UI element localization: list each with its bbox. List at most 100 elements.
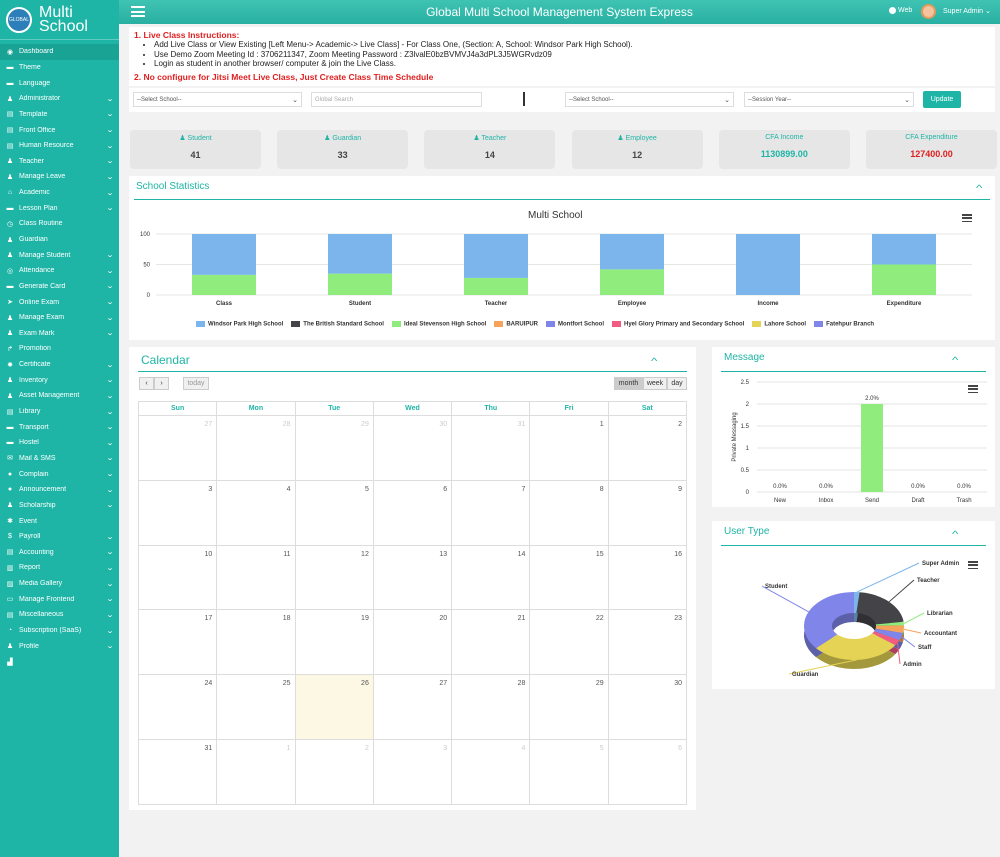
collapse-icon[interactable]: ^ xyxy=(952,355,958,365)
sidebar-item-attendance[interactable]: ◎ Attendance ⌄ xyxy=(0,263,119,279)
session-year-select[interactable]: --Session Year-- ⌄ xyxy=(744,92,914,107)
sidebar-item-online-exam[interactable]: ➤ Online Exam ⌄ xyxy=(0,294,119,310)
user-menu[interactable]: Super Admin ⌄ xyxy=(943,7,991,15)
sidebar-item-academic[interactable]: ⌂ Academic ⌄ xyxy=(0,185,119,201)
calendar-day[interactable]: 28 xyxy=(216,415,296,481)
week-view-button[interactable]: week xyxy=(643,377,667,390)
sidebar-item-asset-management[interactable]: ♟ Asset Management ⌄ xyxy=(0,388,119,404)
legend-item[interactable]: Lahore School xyxy=(752,321,806,328)
sidebar-item-complain[interactable]: ● Complain ⌄ xyxy=(0,466,119,482)
sidebar-item-event[interactable]: ✱ Event xyxy=(0,513,119,529)
legend-item[interactable]: The British Standard School xyxy=(291,321,384,328)
calendar-day[interactable]: 29 xyxy=(529,674,609,740)
calendar-day[interactable]: 28 xyxy=(451,674,531,740)
calendar-day[interactable]: 5 xyxy=(294,479,374,546)
next-month-button[interactable]: › xyxy=(154,377,169,390)
legend-item[interactable]: Fatehpur Branch xyxy=(814,321,874,328)
web-link[interactable]: Web xyxy=(889,7,912,14)
calendar-day[interactable]: 4 xyxy=(216,479,296,546)
calendar-day[interactable]: 27 xyxy=(137,415,218,481)
school-select[interactable]: --Select School-- ⌄ xyxy=(133,92,302,107)
global-search-input[interactable]: Global Search xyxy=(311,92,482,107)
stat-card-guardian[interactable]: ♟ Guardian 33 xyxy=(277,130,409,169)
legend-item[interactable]: Ideal Stevenson High School xyxy=(391,321,486,328)
calendar-day[interactable]: 6 xyxy=(607,738,688,805)
prev-month-button[interactable]: ‹ xyxy=(139,377,154,390)
calendar-day[interactable]: 23 xyxy=(607,609,688,676)
legend-item[interactable]: BARUIPUR xyxy=(494,321,538,328)
calendar-day[interactable]: 2 xyxy=(607,415,688,481)
calendar-day[interactable]: 20 xyxy=(372,609,453,676)
sidebar-item-promotion[interactable]: ↱ Promotion xyxy=(0,341,119,357)
sidebar-item-class-routine[interactable]: ◷ Class Routine xyxy=(0,216,119,232)
stat-card-employee[interactable]: ♟ Employee 12 xyxy=(571,130,703,169)
sidebar-item-language[interactable]: ▬ Language xyxy=(0,75,119,91)
stat-card-teacher[interactable]: ♟ Teacher 14 xyxy=(424,130,556,169)
collapse-icon[interactable]: ^ xyxy=(651,356,657,366)
sidebar-item-manage-leave[interactable]: ♟ Manage Leave ⌄ xyxy=(0,169,119,185)
calendar-day[interactable]: 16 xyxy=(607,544,688,611)
sidebar-item-administrator[interactable]: ♟ Administrator ⌄ xyxy=(0,91,119,107)
sidebar-item-library[interactable]: ▤ Library ⌄ xyxy=(0,404,119,420)
logo[interactable]: GLOBAL Multi School xyxy=(0,0,119,40)
calendar-day[interactable]: 21 xyxy=(451,609,531,676)
sidebar-item-dashboard[interactable]: ◉ Dashboard xyxy=(0,44,119,60)
sidebar-item-announcement[interactable]: ● Announcement ⌄ xyxy=(0,482,119,498)
collapse-icon[interactable]: ^ xyxy=(952,529,958,539)
legend-item[interactable]: Hyel Glory Primary and Secondary School xyxy=(612,321,744,328)
calendar-day[interactable]: 19 xyxy=(294,609,374,676)
calendar-day[interactable]: 15 xyxy=(529,544,609,611)
calendar-day[interactable]: 31 xyxy=(137,738,218,805)
calendar-day[interactable]: 13 xyxy=(372,544,453,611)
sidebar-item-human-resource[interactable]: ▤ Human Resource ⌄ xyxy=(0,138,119,154)
sidebar-item-template[interactable]: ▤ Template ⌄ xyxy=(0,107,119,123)
calendar-day[interactable]: 10 xyxy=(137,544,218,611)
calendar-day[interactable]: 27 xyxy=(372,674,453,740)
school-select-2[interactable]: --Select School-- ⌄ xyxy=(565,92,734,107)
calendar-day[interactable]: 11 xyxy=(216,544,296,611)
legend-item[interactable]: Montfort School xyxy=(546,321,604,328)
sidebar-item-profile[interactable]: ♟ Profile ⌄ xyxy=(0,638,119,654)
sidebar-item-scholarship[interactable]: ♟ Scholarship ⌄ xyxy=(0,498,119,514)
sidebar-item-subscription-saas[interactable]: ◔ Subscription (SaaS) ⌄ xyxy=(0,623,119,639)
avatar[interactable] xyxy=(921,4,936,19)
day-view-button[interactable]: day xyxy=(667,377,687,390)
sidebar-item-exam-mark[interactable]: ♟ Exam Mark ⌄ xyxy=(0,326,119,342)
sidebar-item-theme[interactable]: ▬ Theme xyxy=(0,60,119,76)
update-button[interactable]: Update xyxy=(923,91,961,108)
calendar-day[interactable]: 31 xyxy=(451,415,531,481)
sidebar-item-media-gallery[interactable]: ▨ Media Gallery ⌄ xyxy=(0,576,119,592)
calendar-day[interactable]: 1 xyxy=(529,415,609,481)
sidebar-item-lesson-plan[interactable]: ▬ Lesson Plan ⌄ xyxy=(0,200,119,216)
collapse-icon[interactable]: ^ xyxy=(976,183,982,193)
sidebar-item-miscellaneous[interactable]: ▤ Miscellaneous ⌄ xyxy=(0,607,119,623)
calendar-day[interactable]: 3 xyxy=(372,738,453,805)
sidebar-item-manage-student[interactable]: ♟ Manage Student ⌄ xyxy=(0,247,119,263)
calendar-day[interactable]: 25 xyxy=(216,674,296,740)
calendar-day[interactable]: 14 xyxy=(451,544,531,611)
calendar-day[interactable]: 22 xyxy=(529,609,609,676)
sidebar-item-manage-frontend[interactable]: ▭ Manage Frontend ⌄ xyxy=(0,591,119,607)
sidebar-item-report[interactable]: ▥ Report ⌄ xyxy=(0,560,119,576)
calendar-day[interactable]: 1 xyxy=(216,738,296,805)
sidebar-item-payroll[interactable]: $ Payroll ⌄ xyxy=(0,529,119,545)
chart-menu-icon[interactable] xyxy=(962,214,972,222)
sidebar-item-certificate[interactable]: ✹ Certificate ⌄ xyxy=(0,357,119,373)
sidebar-item-teacher[interactable]: ♟ Teacher ⌄ xyxy=(0,153,119,169)
sidebar-item-accounting[interactable]: ▤ Accounting ⌄ xyxy=(0,545,119,561)
sidebar-item-transport[interactable]: ▬ Transport ⌄ xyxy=(0,419,119,435)
calendar-day[interactable]: 29 xyxy=(294,415,374,481)
calendar-day[interactable]: 6 xyxy=(372,479,453,546)
sidebar-item-signal[interactable]: ▟ xyxy=(0,654,119,670)
stat-card-cfa-expenditure[interactable]: CFA Expenditure 127400.00 xyxy=(866,130,997,169)
calendar-day[interactable]: 7 xyxy=(451,479,531,546)
sidebar-item-manage-exam[interactable]: ♟ Manage Exam ⌄ xyxy=(0,310,119,326)
sidebar-item-inventory[interactable]: ♟ Inventory ⌄ xyxy=(0,372,119,388)
calendar-day[interactable]: 12 xyxy=(294,544,374,611)
sidebar-item-guardian[interactable]: ♟ Guardian xyxy=(0,232,119,248)
calendar-day[interactable]: 30 xyxy=(372,415,453,481)
sidebar-item-hostel[interactable]: ▬ Hostel ⌄ xyxy=(0,435,119,451)
calendar-day-today[interactable]: 26 xyxy=(294,674,374,740)
calendar-day[interactable]: 24 xyxy=(137,674,218,740)
calendar-day[interactable]: 3 xyxy=(137,479,218,546)
